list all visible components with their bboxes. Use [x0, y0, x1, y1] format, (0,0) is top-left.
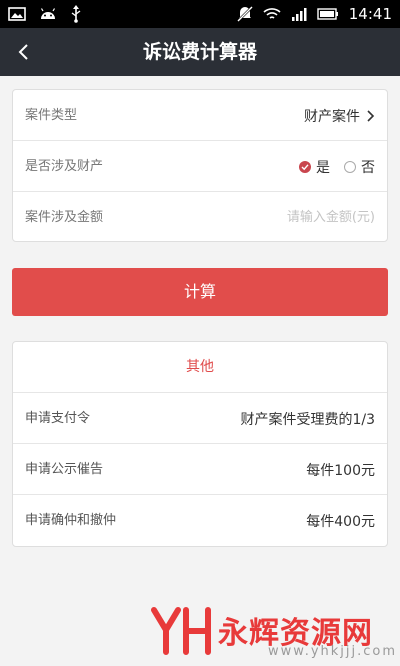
calculate-button[interactable]: 计算 [12, 268, 388, 316]
chevron-right-icon [367, 109, 375, 122]
case-type-value: 财产案件 [304, 108, 360, 125]
page-title: 诉讼费计算器 [142, 41, 257, 63]
android-icon [40, 8, 56, 19]
other-title: 其他 [13, 342, 387, 393]
other-row-label: 申请公示催告 [25, 462, 104, 477]
status-right-icons: 14:41 [236, 4, 392, 24]
radio-no[interactable]: 否 [344, 157, 375, 177]
amount-input[interactable] [175, 204, 375, 231]
wifi-icon [263, 8, 281, 19]
back-button[interactable] [6, 34, 42, 70]
signal-icon [291, 8, 307, 21]
case-type-row[interactable]: 案件类型 财产案件 [13, 90, 387, 141]
battery-icon [317, 8, 338, 20]
case-type-value-wrap: 财产案件 [304, 90, 375, 141]
status-left-icons [8, 4, 82, 24]
other-row: 申请确仲和撤仲 每件400元 [13, 495, 387, 546]
property-label: 是否涉及财产 [25, 159, 104, 174]
radio-yes-label: 是 [316, 159, 330, 176]
image-icon [8, 7, 26, 21]
mute-icon [236, 6, 253, 22]
radio-yes[interactable]: 是 [299, 157, 330, 177]
other-fees-card: 其他 申请支付令 财产案件受理费的1/3 申请公示催告 每件100元 申请确仲和… [12, 341, 388, 547]
property-radio-group: 是 否 [299, 141, 375, 192]
usb-icon [71, 5, 81, 23]
other-row: 申请公示催告 每件100元 [13, 444, 387, 495]
case-type-label: 案件类型 [25, 108, 78, 123]
status-bar: 14:41 [0, 0, 400, 28]
property-row: 是否涉及财产 是 否 [13, 141, 387, 192]
other-row-value: 每件400元 [306, 513, 375, 530]
other-row-label: 申请支付令 [25, 411, 91, 426]
status-time: 14:41 [348, 5, 392, 23]
watermark: 永辉资源网 www.yhkjjj.com [150, 606, 395, 662]
other-row: 申请支付令 财产案件受理费的1/3 [13, 393, 387, 444]
app-header: 诉讼费计算器 [0, 28, 400, 76]
amount-label: 案件涉及金额 [25, 210, 104, 225]
radio-no-label: 否 [361, 159, 375, 176]
radio-checked-icon [299, 160, 311, 173]
calculator-form: 案件类型 财产案件 是否涉及财产 是 否 案件涉及金额 [12, 89, 388, 242]
other-row-value: 财产案件受理费的1/3 [240, 411, 375, 428]
amount-row: 案件涉及金额 [13, 192, 387, 243]
chevron-left-icon [18, 44, 28, 60]
watermark-logo [151, 607, 211, 655]
watermark-url: www.yhkjjj.com [268, 644, 398, 659]
other-row-value: 每件100元 [306, 462, 375, 479]
other-row-label: 申请确仲和撤仲 [25, 513, 117, 528]
radio-unchecked-icon [344, 160, 356, 173]
